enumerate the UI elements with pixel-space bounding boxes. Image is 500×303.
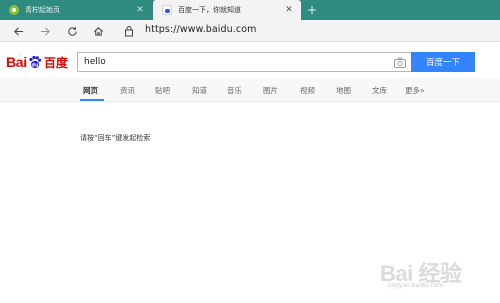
close-icon[interactable]: ✕ <box>283 5 295 15</box>
svg-text:du: du <box>31 62 39 68</box>
tab-images[interactable]: 图片 <box>263 85 278 96</box>
baidu-logo[interactable]: Bai du 百度 <box>6 53 68 71</box>
tab-zhidao[interactable]: 知道 <box>192 85 207 96</box>
search-category-tabs: 网页 资讯 贴吧 知道 音乐 图片 视频 地图 文库 更多» <box>0 78 500 102</box>
search-box <box>77 52 411 72</box>
browser-toolbar: https://www.baidu.com <box>0 20 500 42</box>
watermark-subtext: jingyan.baidu.com <box>388 282 444 289</box>
active-tab-indicator <box>80 99 104 101</box>
watermark: Bai 经验 jingyan.baidu.com <box>380 252 495 292</box>
baidu-paw-icon <box>162 5 172 15</box>
search-hint: 请按“回车”键发起检索 <box>80 134 151 142</box>
back-button[interactable] <box>10 23 26 39</box>
baidu-paw-icon: du <box>29 55 41 68</box>
tab-music[interactable]: 音乐 <box>227 85 242 96</box>
address-bar[interactable]: https://www.baidu.com <box>145 24 256 35</box>
camera-icon[interactable] <box>394 57 406 68</box>
tab-strip: 青柠起始页 ✕ 百度一下，你就知道 ✕ + <box>0 0 500 20</box>
new-tab-button[interactable]: + <box>305 1 319 19</box>
tab-qingning[interactable]: 青柠起始页 ✕ <box>0 0 152 20</box>
arrow-right-icon <box>40 26 50 36</box>
tab-baidu[interactable]: 百度一下，你就知道 ✕ <box>153 0 301 20</box>
tab-more[interactable]: 更多» <box>405 85 425 96</box>
arrow-left-icon <box>13 26 23 36</box>
logo-cn: 百度 <box>43 55 68 70</box>
home-button[interactable] <box>90 23 106 39</box>
tab-web[interactable]: 网页 <box>83 85 98 96</box>
tab-wenku[interactable]: 文库 <box>372 85 387 96</box>
close-icon[interactable]: ✕ <box>134 5 146 15</box>
tab-title: 青柠起始页 <box>25 6 60 14</box>
refresh-icon <box>67 26 77 36</box>
tab-title: 百度一下，你就知道 <box>178 6 241 14</box>
search-button[interactable]: 百度一下 <box>411 52 475 72</box>
qingning-icon <box>9 5 19 15</box>
tab-news[interactable]: 资讯 <box>120 85 135 96</box>
home-icon <box>93 26 103 36</box>
forward-button[interactable] <box>37 23 53 39</box>
lock-icon <box>125 26 133 37</box>
logo-bai: Bai <box>6 54 27 70</box>
reload-button[interactable] <box>64 23 80 39</box>
tab-map[interactable]: 地图 <box>336 85 351 96</box>
search-input[interactable] <box>84 54 364 70</box>
tab-video[interactable]: 视频 <box>300 85 315 96</box>
tab-tieba[interactable]: 贴吧 <box>155 85 170 96</box>
